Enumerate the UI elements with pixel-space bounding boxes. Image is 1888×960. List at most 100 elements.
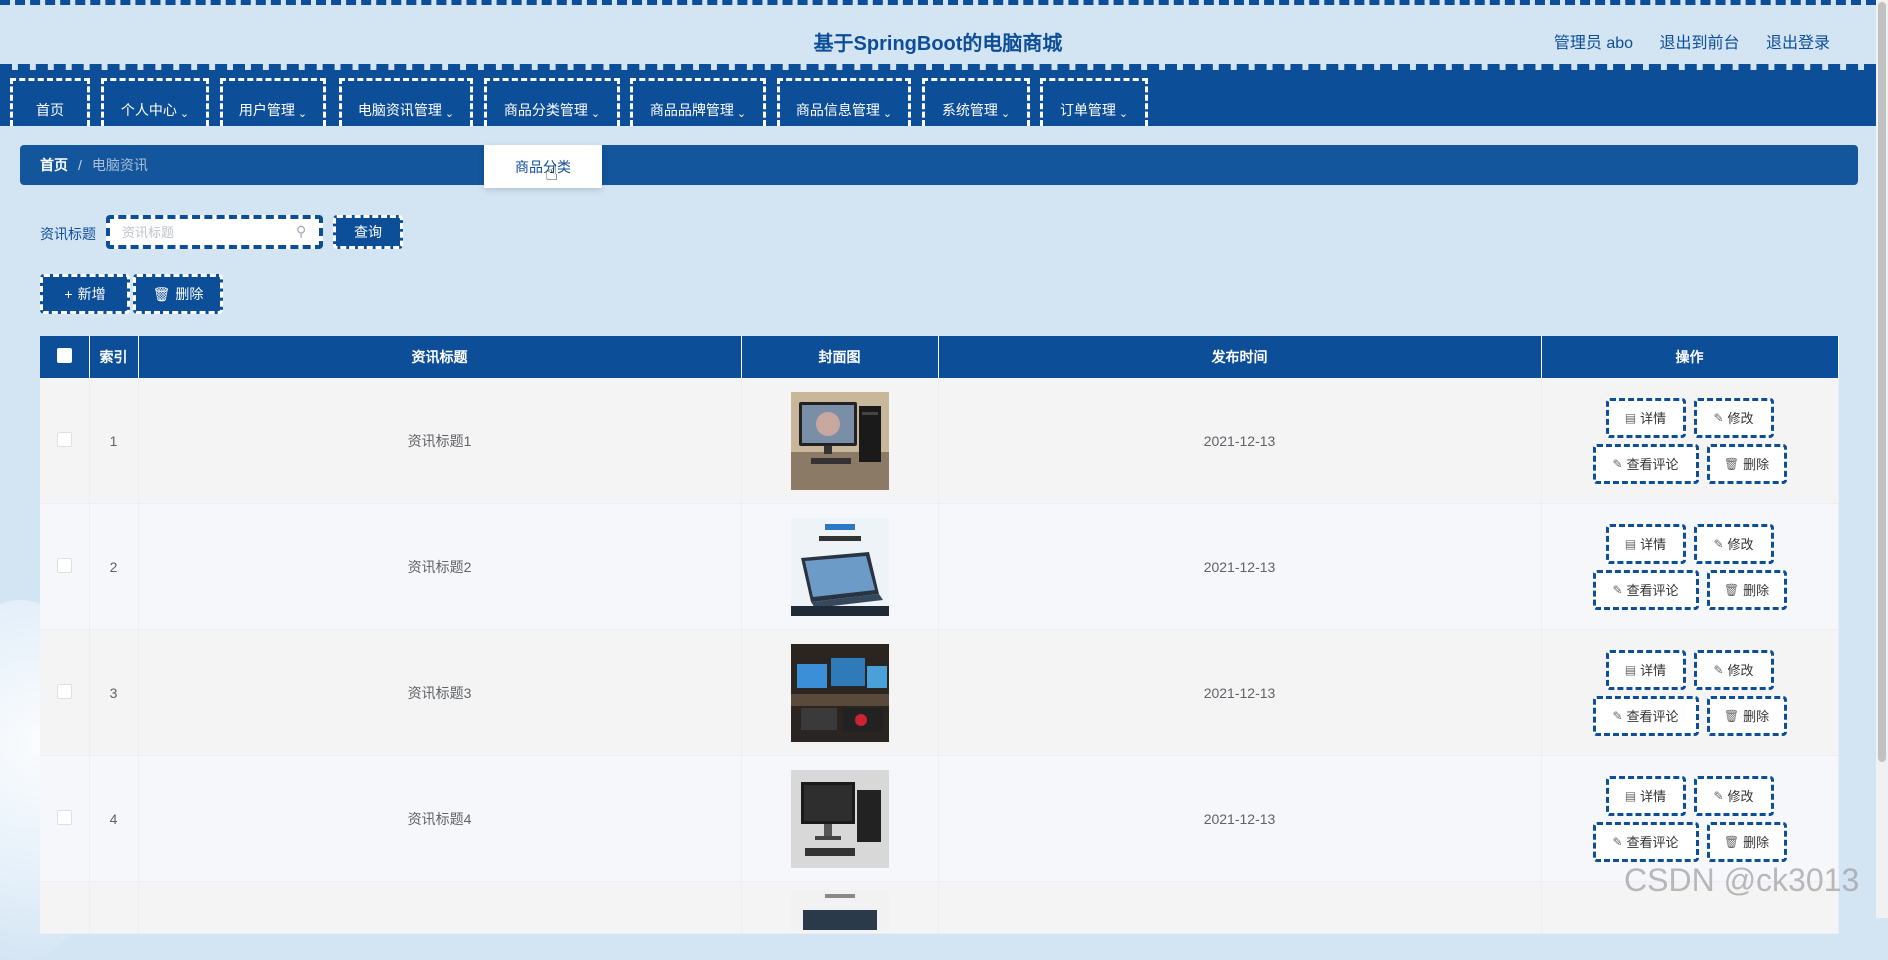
delete-label: 删除 <box>1743 835 1770 850</box>
delete-label: 删除 <box>1743 709 1770 724</box>
nav-item-users[interactable]: 用户管理 ⌄ <box>220 78 326 126</box>
admin-user-label: 管理员 abo <box>1553 35 1634 52</box>
plus-icon: + <box>64 286 73 302</box>
cover-image-office-pc[interactable] <box>790 769 889 868</box>
scrollbar-thumb[interactable] <box>1878 2 1886 762</box>
chevron-down-icon: ⌄ <box>297 108 308 120</box>
logout-link[interactable]: 退出登录 <box>1766 35 1830 52</box>
row-title: 资讯标题1 <box>138 378 742 504</box>
main-nav: 首页 个人中心 ⌄ 用户管理 ⌄ 电脑资讯管理 ⌄ 商品分类管理 ⌄ 商品品牌管理 ⌄ 商… <box>0 70 1876 126</box>
row-date: 2021-12-13 <box>938 629 1542 756</box>
detail-button[interactable]: ▤ 详情 <box>1605 775 1686 816</box>
nav-item-product[interactable]: 商品信息管理 ⌄ <box>777 78 911 126</box>
nav-item-news[interactable]: 电脑资讯管理 ⌄ <box>339 78 473 126</box>
nav-item-home[interactable]: 首页 <box>10 78 90 126</box>
view-comments-button[interactable]: ✎ 查看评论 <box>1592 569 1699 610</box>
edit-label: 修改 <box>1727 663 1754 678</box>
delete-button[interactable]: 🗑 删除 <box>1706 821 1787 862</box>
delete-label: 删除 <box>1743 583 1770 598</box>
cover-image-partial[interactable] <box>790 890 889 930</box>
trash-icon: 🗑 <box>152 285 171 302</box>
row-checkbox[interactable] <box>56 683 72 699</box>
view-comments-button[interactable]: ✎ 查看评论 <box>1592 821 1699 862</box>
row-index: 4 <box>89 755 139 882</box>
cover-image-tablet[interactable] <box>790 517 889 616</box>
pencil-icon: ✎ <box>1713 410 1724 425</box>
table-header-row: 索引 资讯标题 封面图 发布时间 操作 <box>40 336 1839 378</box>
exit-to-front-link[interactable]: 退出到前台 <box>1660 35 1740 52</box>
detail-button[interactable]: ▤ 详情 <box>1605 523 1686 564</box>
comments-label: 查看评论 <box>1626 835 1679 850</box>
trash-icon: 🗑 <box>1723 456 1740 471</box>
edit-button[interactable]: ✎ 修改 <box>1693 649 1774 690</box>
table-row: 3 资讯标题3 2021-12-13 ▤ 详情 ✎ 修改 ✎ 查看评论 🗑 删除 <box>40 629 1839 756</box>
pencil-icon: ✎ <box>1612 708 1623 723</box>
breadcrumb-home[interactable]: 首页 <box>40 155 68 175</box>
row-title: 资讯标题3 <box>138 629 742 756</box>
column-header: 封面图 <box>741 336 939 378</box>
detail-label: 详情 <box>1640 411 1667 426</box>
column-header: 操作 <box>1541 336 1839 378</box>
detail-button[interactable]: ▤ 详情 <box>1605 397 1686 438</box>
row-index: 3 <box>89 629 139 756</box>
nav-item-system[interactable]: 系统管理 ⌄ <box>922 78 1030 126</box>
delete-label: 删除 <box>1743 457 1770 472</box>
row-checkbox[interactable] <box>56 809 72 825</box>
edit-button[interactable]: ✎ 修改 <box>1693 775 1774 816</box>
select-all-cell <box>40 336 90 378</box>
nav-item-label: 商品信息管理 <box>795 102 880 118</box>
nav-item-brand[interactable]: 商品品牌管理 ⌄ <box>630 78 766 126</box>
delete-button[interactable]: 🗑 删除 <box>1706 443 1787 484</box>
cover-image-desktop[interactable] <box>790 391 889 490</box>
nav-item-label: 用户管理 <box>238 102 295 118</box>
vertical-scrollbar[interactable] <box>1876 0 1888 918</box>
dropdown-menu-item-category[interactable]: 商品分类 <box>484 145 602 188</box>
trash-icon: 🗑 <box>1723 582 1740 597</box>
detail-button[interactable]: ▤ 详情 <box>1605 649 1686 690</box>
edit-button[interactable]: ✎ 修改 <box>1693 397 1774 438</box>
select-all-checkbox[interactable] <box>56 348 72 363</box>
row-ops-cell: ▤ 详情 ✎ 修改 ✎ 查看评论 🗑 删除 <box>1541 503 1839 630</box>
chevron-down-icon: ⌄ <box>1118 108 1129 120</box>
search-label: 资讯标题 <box>40 226 96 242</box>
hand-cursor-icon: ☝ <box>545 160 559 185</box>
cover-image-gaming[interactable] <box>790 643 889 742</box>
row-checkbox[interactable] <box>56 557 72 573</box>
row-ops-cell: ▤ 详情 ✎ 修改 ✎ 查看评论 🗑 删除 <box>1541 378 1839 504</box>
search-icon: ⚲ <box>296 223 307 239</box>
add-button-label: 新增 <box>77 286 106 302</box>
nav-item-orders[interactable]: 订单管理 ⌄ <box>1040 78 1148 126</box>
edit-button[interactable]: ✎ 修改 <box>1693 523 1774 564</box>
row-checkbox[interactable] <box>56 431 72 447</box>
nav-item-label: 商品分类管理 <box>503 102 588 118</box>
row-cover-cell <box>741 881 939 934</box>
comments-label: 查看评论 <box>1626 583 1679 598</box>
trash-icon: 🗑 <box>1723 834 1740 849</box>
add-button[interactable]: + 新增 <box>40 274 130 314</box>
pencil-icon: ✎ <box>1612 834 1623 849</box>
chevron-down-icon: ⌄ <box>1000 108 1011 120</box>
nav-item-category[interactable]: 商品分类管理 ⌄ <box>484 78 620 126</box>
detail-label: 详情 <box>1640 537 1667 552</box>
chevron-down-icon: ⌄ <box>179 108 190 120</box>
nav-item-label: 商品品牌管理 <box>649 102 734 118</box>
batch-delete-label: 删除 <box>175 286 204 302</box>
row-date: 2021-12-13 <box>938 378 1542 504</box>
edit-label: 修改 <box>1727 411 1754 426</box>
table-row: 1 资讯标题1 2021-12-13 ▤ 详情 ✎ 修改 ✎ 查看评论 🗑 删除 <box>40 378 1839 504</box>
column-header: 资讯标题 <box>138 336 742 378</box>
column-header: 发布时间 <box>938 336 1542 378</box>
batch-delete-button[interactable]: 🗑 删除 <box>133 274 223 314</box>
edit-label: 修改 <box>1727 789 1754 804</box>
column-header: 索引 <box>89 336 139 378</box>
comments-label: 查看评论 <box>1626 457 1679 472</box>
delete-button[interactable]: 🗑 删除 <box>1706 695 1787 736</box>
view-comments-button[interactable]: ✎ 查看评论 <box>1592 443 1699 484</box>
search-input[interactable] <box>106 215 323 249</box>
view-comments-button[interactable]: ✎ 查看评论 <box>1592 695 1699 736</box>
row-cover-cell <box>741 755 939 882</box>
delete-button[interactable]: 🗑 删除 <box>1706 569 1787 610</box>
nav-item-profile[interactable]: 个人中心 ⌄ <box>101 78 209 126</box>
query-button[interactable]: 查询 <box>333 215 403 249</box>
row-date: 2021-12-13 <box>938 503 1542 630</box>
